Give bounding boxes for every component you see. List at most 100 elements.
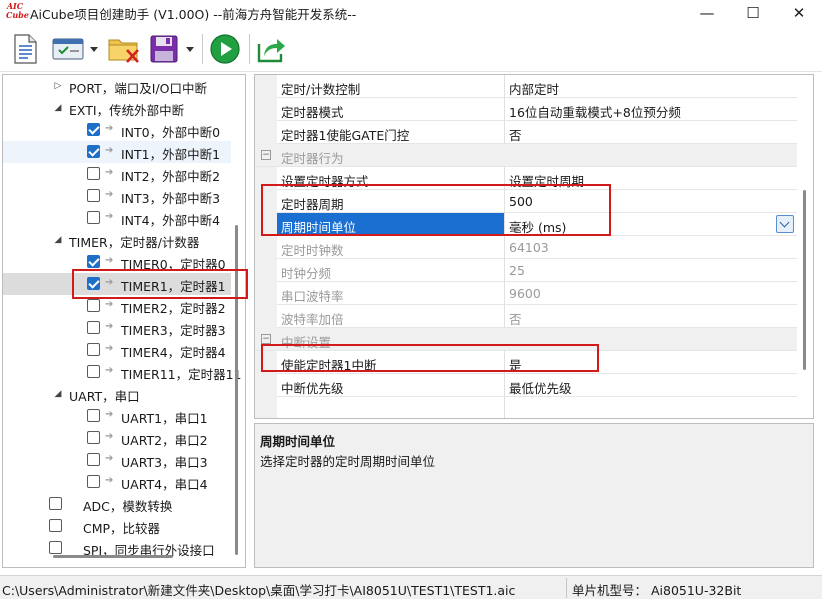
open-dropdown-arrow-icon[interactable] bbox=[90, 47, 98, 52]
grid-column-divider bbox=[504, 213, 505, 236]
property-value[interactable]: 是 bbox=[509, 355, 522, 374]
property-value[interactable]: 否 bbox=[509, 309, 522, 328]
tree-item[interactable]: ➔ INT3，外部中断3 bbox=[3, 185, 231, 207]
maximize-button[interactable]: ☐ bbox=[730, 0, 776, 26]
collapse-icon[interactable]: − bbox=[261, 334, 271, 344]
tree-item-checkbox[interactable] bbox=[87, 299, 100, 312]
property-grid[interactable]: 中断优先级 最低优先级 使能定时器1中断 是 − 中断设置 波特率加倍否串口波特率 9600 时… bbox=[254, 74, 814, 419]
collapse-icon[interactable]: ◢ bbox=[53, 103, 63, 113]
arrow-right-icon: ➔ bbox=[105, 211, 114, 222]
tree-item[interactable]: ADC，模数转换 bbox=[3, 493, 231, 515]
collapse-icon[interactable]: − bbox=[261, 150, 271, 160]
property-name: 时钟分频 bbox=[281, 266, 332, 281]
grid-row[interactable]: 定时/计数控制 内部定时 bbox=[255, 75, 797, 98]
grid-row[interactable]: 定时器周期 500 bbox=[255, 190, 797, 213]
tree-item-checkbox[interactable] bbox=[87, 277, 100, 290]
property-value[interactable]: 500 bbox=[509, 194, 533, 209]
grid-row[interactable] bbox=[255, 397, 797, 418]
tree-item-label: UART，串口 bbox=[69, 389, 140, 404]
tree-item[interactable]: ➔ INT4，外部中断4 bbox=[3, 207, 231, 229]
grid-row[interactable]: 设置定时器方式 设置定时周期 bbox=[255, 167, 797, 190]
peripheral-tree[interactable]: SPI，同步串行外设接口 CMP，比较器 ADC，模数转换 ➔ UART4，串口4 ➔ UA… bbox=[2, 74, 246, 568]
tree-vertical-scrollbar[interactable] bbox=[235, 225, 238, 555]
tree-item-checkbox[interactable] bbox=[87, 189, 100, 202]
tree-item[interactable]: ➔ TIMER1，定时器1 bbox=[3, 273, 231, 295]
grid-row[interactable]: 时钟分频 25 bbox=[255, 259, 797, 282]
tree-item-checkbox[interactable] bbox=[87, 211, 100, 224]
property-value[interactable]: 毫秒 (ms) bbox=[509, 217, 566, 236]
tree-item-checkbox[interactable] bbox=[87, 475, 100, 488]
tree-item[interactable]: ➔ TIMER11，定时器11 bbox=[3, 361, 242, 383]
tree-horizontal-scrollbar[interactable] bbox=[53, 555, 173, 558]
open-project-button[interactable] bbox=[50, 32, 86, 66]
property-name: 使能定时器1中断 bbox=[281, 358, 377, 373]
tree-item-checkbox[interactable] bbox=[49, 541, 62, 554]
run-button[interactable] bbox=[208, 32, 242, 66]
tree-item-label: INT0，外部中断0 bbox=[121, 125, 221, 140]
property-value[interactable]: 否 bbox=[509, 125, 522, 144]
expand-icon[interactable]: ▷ bbox=[53, 81, 63, 91]
tree-item[interactable]: ➔ UART4，串口4 bbox=[3, 471, 231, 493]
tree-item[interactable]: ➔ TIMER4，定时器4 bbox=[3, 339, 231, 361]
property-value[interactable]: 25 bbox=[509, 263, 525, 278]
tree-item-checkbox[interactable] bbox=[87, 343, 100, 356]
tree-item[interactable]: ➔ UART2，串口2 bbox=[3, 427, 231, 449]
save-dropdown-arrow-icon[interactable] bbox=[186, 47, 194, 52]
tree-item-checkbox[interactable] bbox=[87, 431, 100, 444]
dropdown-button[interactable] bbox=[776, 215, 794, 233]
close-project-button[interactable] bbox=[106, 32, 142, 66]
grid-category[interactable]: − 中断设置 bbox=[255, 328, 797, 351]
tree-item[interactable]: CMP，比较器 bbox=[3, 515, 231, 537]
tree-item-checkbox[interactable] bbox=[87, 145, 100, 158]
collapse-icon[interactable]: ◢ bbox=[53, 235, 63, 245]
tree-item-checkbox[interactable] bbox=[87, 453, 100, 466]
tree-item[interactable]: ➔ UART3，串口3 bbox=[3, 449, 231, 471]
collapse-icon[interactable]: ◢ bbox=[53, 389, 63, 399]
grid-row[interactable]: 定时器1使能GATE门控 否 bbox=[255, 121, 797, 144]
tree-item[interactable]: ➔ INT0，外部中断0 bbox=[3, 119, 231, 141]
arrow-right-icon: ➔ bbox=[105, 189, 114, 200]
grid-vertical-scrollbar[interactable] bbox=[803, 190, 806, 370]
property-value[interactable]: 内部定时 bbox=[509, 79, 559, 98]
tree-item-checkbox[interactable] bbox=[49, 497, 62, 510]
grid-row[interactable]: 中断优先级 最低优先级 bbox=[255, 374, 797, 397]
tree-item[interactable]: ➔ TIMER0，定时器0 bbox=[3, 251, 231, 273]
minimize-button[interactable]: — bbox=[684, 0, 730, 26]
tree-item-checkbox[interactable] bbox=[87, 167, 100, 180]
grid-row[interactable]: 使能定时器1中断 是 bbox=[255, 351, 797, 374]
grid-row[interactable]: 串口波特率 9600 bbox=[255, 282, 797, 305]
tree-item[interactable]: ▷ PORT，端口及I/O口中断 bbox=[3, 75, 231, 97]
property-value[interactable]: 设置定时周期 bbox=[509, 171, 584, 190]
tree-item[interactable]: ◢ UART，串口 bbox=[3, 383, 231, 405]
logo-bottom-text: Cube bbox=[6, 10, 29, 20]
tree-item[interactable]: ➔ UART1，串口1 bbox=[3, 405, 231, 427]
grid-category[interactable]: − 定时器行为 bbox=[255, 144, 797, 167]
tree-item-checkbox[interactable] bbox=[87, 321, 100, 334]
tree-item-checkbox[interactable] bbox=[87, 123, 100, 136]
grid-row[interactable]: 波特率加倍 否 bbox=[255, 305, 797, 328]
tree-item[interactable]: ➔ TIMER2，定时器2 bbox=[3, 295, 231, 317]
tree-item[interactable]: ➔ TIMER3，定时器3 bbox=[3, 317, 231, 339]
close-button[interactable]: ✕ bbox=[776, 0, 822, 26]
grid-row[interactable]: 定时时钟数 64103 bbox=[255, 236, 797, 259]
tree-item[interactable]: ◢ TIMER，定时器/计数器 bbox=[3, 229, 231, 251]
grid-gutter bbox=[255, 121, 277, 144]
grid-row[interactable]: 周期时间单位 毫秒 (ms) bbox=[255, 213, 797, 236]
property-value[interactable]: 64103 bbox=[509, 240, 549, 255]
grid-row[interactable]: 定时器模式 16位自动重载模式+8位预分频 bbox=[255, 98, 797, 121]
tree-item-checkbox[interactable] bbox=[87, 409, 100, 422]
tree-item-checkbox[interactable] bbox=[87, 255, 100, 268]
description-title: 周期时间单位 bbox=[260, 434, 336, 449]
export-button[interactable] bbox=[254, 32, 288, 66]
tree-item-checkbox[interactable] bbox=[87, 365, 100, 378]
save-project-button[interactable] bbox=[148, 32, 180, 66]
grid-column-divider bbox=[504, 98, 505, 121]
tree-item[interactable]: ➔ INT1，外部中断1 bbox=[3, 141, 231, 163]
tree-item-checkbox[interactable] bbox=[49, 519, 62, 532]
property-value[interactable]: 16位自动重载模式+8位预分频 bbox=[509, 102, 681, 121]
tree-item[interactable]: ➔ INT2，外部中断2 bbox=[3, 163, 231, 185]
new-project-button[interactable] bbox=[10, 32, 40, 66]
tree-item[interactable]: ◢ EXTI，传统外部中断 bbox=[3, 97, 231, 119]
property-value[interactable]: 最低优先级 bbox=[509, 378, 572, 397]
property-value[interactable]: 9600 bbox=[509, 286, 541, 301]
